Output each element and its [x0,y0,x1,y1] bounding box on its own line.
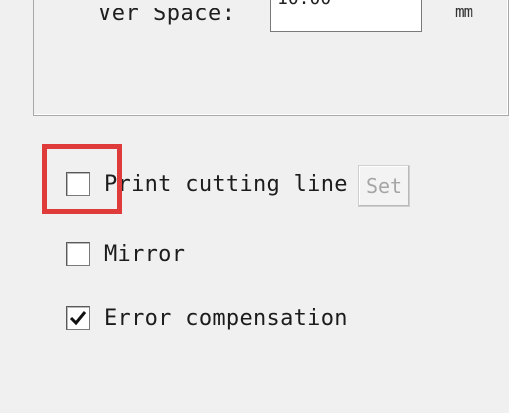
error-compensation-checkbox[interactable] [66,306,90,330]
option-mirror[interactable]: Mirror [66,238,185,270]
option-error-compensation[interactable]: Error compensation [66,302,348,334]
set-button[interactable]: Set [358,165,410,207]
ver-space-value: 10.00 [277,0,331,9]
print-cutting-line-label[interactable]: Print cutting line [104,172,348,197]
option-print-cutting-line[interactable]: Print cutting line [66,168,348,200]
mirror-checkbox[interactable] [66,242,90,266]
checkmark-icon [69,311,87,326]
error-compensation-label[interactable]: Error compensation [104,306,348,331]
mirror-label[interactable]: Mirror [104,242,185,267]
ver-space-input[interactable]: 10.00 [270,0,422,32]
print-cutting-line-checkbox[interactable] [66,172,90,196]
